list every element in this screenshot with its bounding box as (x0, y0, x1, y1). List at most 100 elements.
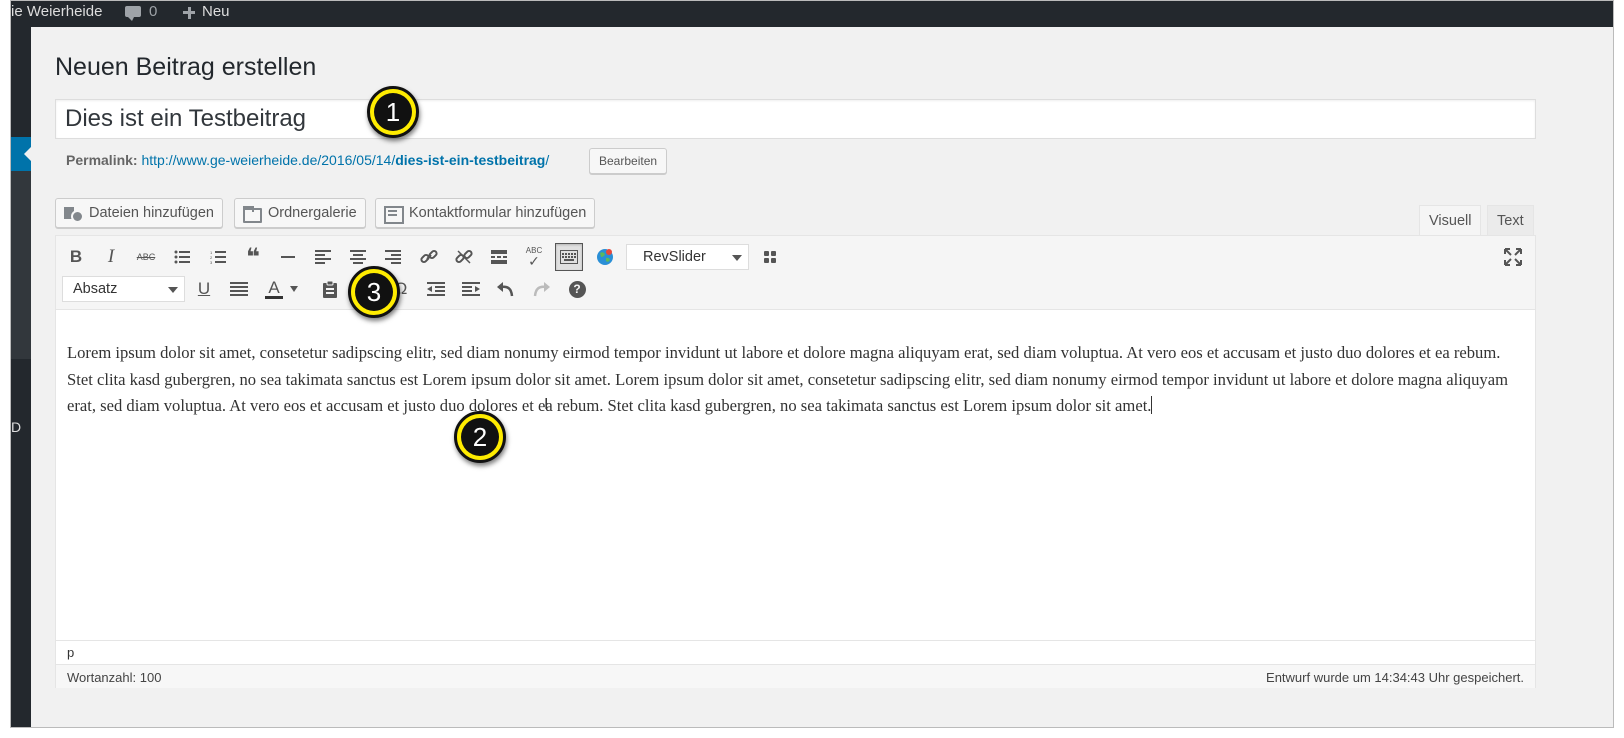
revslider-select[interactable]: RevSlider (626, 244, 749, 270)
permalink-link[interactable]: http://www.ge-weierheide.de/2016/05/14/d… (141, 152, 549, 168)
post-title-input[interactable] (55, 99, 1536, 139)
align-justify-icon (230, 282, 248, 296)
indent-button[interactable] (457, 275, 485, 303)
redo-button[interactable] (527, 275, 555, 303)
outdent-button[interactable] (422, 275, 450, 303)
quote-icon: ❝ (245, 243, 261, 271)
add-files-button[interactable]: Dateien hinzufügen (55, 198, 223, 228)
text-color-label: A (268, 277, 280, 297)
add-contact-form-label: Kontaktformular hinzufügen (409, 205, 587, 221)
help-button[interactable]: ? (563, 275, 591, 303)
editor-toolbar: B I ABC 123 ❝ ABC ✓ RevSlider Absatz U A… (56, 236, 1535, 310)
map-plugin-button[interactable] (591, 243, 619, 271)
permalink-row: Permalink: http://www.ge-weierheide.de/2… (66, 152, 549, 168)
text-color-button[interactable]: A (260, 275, 288, 303)
element-path-bar: p (56, 640, 1535, 664)
undo-icon (497, 282, 514, 297)
window-frame: ie Weierheide 0 Neu D Neuen Beitrag erst… (10, 0, 1614, 728)
more-tag-icon (491, 250, 507, 264)
text-color-dropdown[interactable] (286, 275, 302, 303)
callout-marker-2: 2 (454, 411, 506, 463)
align-right-icon (385, 250, 401, 264)
content-paragraph: Lorem ipsum dolor sit amet, consetetur s… (67, 343, 1508, 415)
folder-gallery-button[interactable]: Ordnergalerie (234, 198, 366, 228)
tab-visual[interactable]: Visuell (1419, 205, 1482, 237)
align-center-icon (350, 250, 366, 264)
globe-icon (597, 249, 613, 265)
outdent-icon (427, 282, 445, 296)
admin-menu: D (11, 27, 32, 727)
menu-item-posts-active[interactable] (11, 137, 32, 171)
media-icon (64, 205, 84, 223)
new-content-link[interactable]: Neu (202, 3, 230, 20)
permalink-label: Permalink: (66, 152, 138, 168)
chevron-down-icon (732, 255, 742, 261)
numbered-list-icon: 123 (210, 250, 226, 264)
word-count: Wortanzahl: 100 (67, 670, 162, 685)
chevron-down-icon (168, 287, 178, 293)
fullscreen-icon (1504, 248, 1522, 266)
admin-bar: ie Weierheide 0 Neu (11, 1, 1613, 27)
indent-icon (462, 282, 480, 296)
blockquote-button[interactable]: ❝ (239, 243, 267, 271)
horizontal-rule-button[interactable] (274, 243, 302, 271)
insert-link-button[interactable] (415, 243, 443, 271)
remove-link-button[interactable] (450, 243, 478, 271)
editor-status-bar: Wortanzahl: 100 Entwurf wurde um 14:34:4… (56, 664, 1535, 688)
strikethrough-button[interactable]: ABC (132, 243, 160, 271)
chevron-down-icon (290, 286, 298, 292)
italic-button[interactable]: I (97, 243, 125, 271)
add-contact-form-button[interactable]: Kontaktformular hinzufügen (375, 198, 596, 228)
edit-permalink-button[interactable]: Bearbeiten (589, 148, 668, 174)
add-files-label: Dateien hinzufügen (89, 205, 214, 221)
site-name-link[interactable]: ie Weierheide (11, 3, 102, 20)
svg-text:3: 3 (210, 260, 213, 264)
clipboard-icon (323, 280, 337, 298)
numbered-list-button[interactable]: 123 (204, 243, 232, 271)
permalink-trailing: / (545, 152, 550, 168)
folder-gallery-label: Ordnergalerie (268, 205, 357, 221)
shortcodes-button[interactable] (756, 243, 784, 271)
underline-button[interactable]: U (190, 275, 218, 303)
bold-button[interactable]: B (62, 243, 90, 271)
revslider-label: RevSlider (643, 249, 706, 265)
bullet-list-icon (174, 250, 190, 264)
comment-count[interactable]: 0 (149, 3, 157, 20)
undo-button[interactable] (492, 275, 520, 303)
editor-content[interactable]: Lorem ipsum dolor sit amet, consetetur s… (67, 340, 1527, 420)
text-cursor (1151, 396, 1153, 414)
redo-icon (533, 282, 550, 297)
bullet-list-button[interactable] (168, 243, 196, 271)
align-left-icon (315, 250, 331, 264)
element-path-p[interactable]: p (67, 645, 74, 660)
callout-number-2: 2 (461, 418, 499, 456)
folder-icon (243, 205, 262, 223)
toolbar-toggle-button[interactable] (555, 243, 583, 271)
format-select-value: Absatz (73, 281, 118, 297)
keyboard-icon (560, 250, 578, 264)
format-select[interactable]: Absatz (62, 276, 185, 302)
comment-icon[interactable] (125, 6, 141, 21)
help-icon: ? (568, 280, 586, 298)
paste-as-text-button[interactable] (316, 275, 344, 303)
menu-partial-letter[interactable]: D (11, 419, 21, 435)
admin-submenu (11, 171, 31, 359)
color-swatch (265, 295, 283, 299)
insert-more-tag-button[interactable] (485, 243, 513, 271)
callout-number-1: 1 (374, 93, 412, 131)
checkmark-icon: ✓ (528, 253, 540, 269)
fullscreen-button[interactable] (1499, 243, 1527, 271)
justify-button[interactable] (225, 275, 253, 303)
ibeam-cursor-icon: I (544, 396, 549, 413)
spellcheck-button[interactable]: ABC ✓ (520, 243, 548, 271)
callout-marker-3: 3 (348, 266, 400, 318)
draft-saved-status: Entwurf wurde um 14:34:43 Uhr gespeicher… (1266, 670, 1524, 685)
permalink-base: http://www.ge-weierheide.de/2016/05/14/ (141, 152, 396, 168)
align-left-button[interactable] (309, 243, 337, 271)
page-title: Neuen Beitrag erstellen (55, 53, 317, 81)
callout-number-3: 3 (355, 273, 393, 311)
plus-icon[interactable] (183, 7, 195, 19)
horizontal-line-icon (281, 256, 295, 258)
tab-text[interactable]: Text (1487, 205, 1534, 236)
unlink-icon (455, 249, 473, 264)
